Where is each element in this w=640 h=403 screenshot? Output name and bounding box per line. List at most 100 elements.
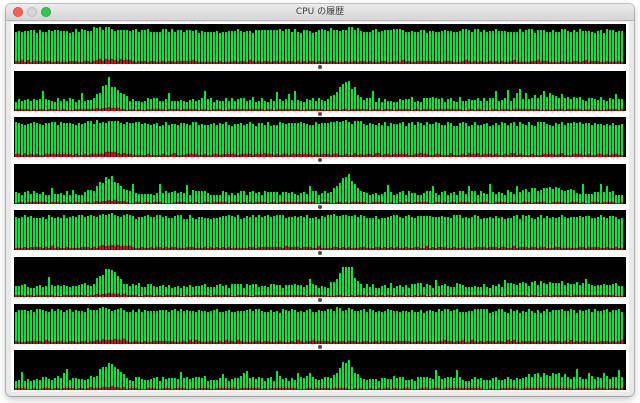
cpu-load-bar	[210, 287, 212, 297]
graph-splitter[interactable]	[11, 65, 629, 69]
splitter-handle-icon[interactable]	[318, 204, 322, 209]
cpu-load-bar	[27, 98, 29, 111]
graph-splitter[interactable]	[11, 158, 629, 163]
cpu-load-bar	[432, 124, 434, 158]
cpu-load-bar	[264, 311, 266, 344]
cpu-load-bar	[504, 123, 506, 158]
cpu-load-bar	[33, 30, 35, 64]
cpu-load-bar	[120, 279, 122, 297]
cpu-load-bar	[600, 285, 602, 297]
graph-splitter[interactable]	[11, 251, 629, 256]
cpu-load-bar	[204, 32, 206, 64]
cpu-load-bar	[339, 122, 341, 158]
cpu-load-bar	[309, 373, 311, 391]
cpu-load-bar	[405, 194, 407, 204]
cpu-load-bar	[261, 378, 263, 391]
cpu-load-bar	[396, 101, 398, 111]
cpu-load-bar	[18, 31, 20, 64]
cpu-load-bar	[477, 125, 479, 158]
cpu-load-bar	[393, 194, 395, 204]
cpu-load-bar	[489, 312, 491, 344]
cpu-load-bar	[111, 86, 113, 111]
cpu-load-bar	[603, 125, 605, 158]
cpu-load-bar	[576, 32, 578, 64]
cpu-load-bar	[354, 373, 356, 391]
cpu-load-bar	[216, 194, 218, 204]
cpu-load-bar	[198, 33, 200, 64]
cpu-load-bar	[591, 125, 593, 158]
cpu-load-bar	[336, 279, 338, 297]
cpu-load-bar	[423, 192, 425, 204]
cpu-load-bar	[621, 311, 623, 344]
cpu-load-bar	[555, 123, 557, 158]
cpu-load-bar	[582, 283, 584, 297]
cpu-load-bar	[63, 194, 65, 204]
cpu-load-bar	[78, 99, 80, 111]
cpu-load-bar	[45, 310, 47, 344]
splitter-handle-icon[interactable]	[318, 65, 322, 69]
cpu-load-bar	[558, 32, 560, 64]
cpu-load-bar	[225, 310, 227, 344]
cpu-load-bar	[306, 376, 308, 391]
cpu-load-bar	[459, 377, 461, 391]
splitter-handle-icon[interactable]	[318, 251, 322, 256]
cpu-load-bar	[39, 193, 41, 204]
cpu-load-bar	[120, 92, 122, 111]
cpu-load-bar	[348, 80, 350, 111]
splitter-handle-icon[interactable]	[318, 344, 322, 349]
cpu-load-bar	[576, 192, 578, 204]
cpu-load-bar	[312, 190, 314, 204]
cpu-load-bar	[441, 216, 443, 251]
splitter-handle-icon[interactable]	[318, 111, 322, 116]
cpu-load-bar	[528, 215, 530, 251]
graph-splitter[interactable]	[11, 204, 629, 209]
cpu-load-bar	[567, 283, 569, 297]
cpu-load-bar	[336, 216, 338, 251]
cpu-load-bar	[45, 286, 47, 297]
cpu-load-bar	[231, 192, 233, 204]
cpu-load-bar	[78, 194, 80, 204]
cpu-load-bar	[399, 311, 401, 344]
cpu-load-bar	[507, 189, 509, 204]
cpu-load-bar	[321, 379, 323, 391]
cpu-load-bar	[303, 191, 305, 204]
graph-splitter[interactable]	[11, 111, 629, 116]
cpu-load-bar	[36, 379, 38, 391]
cpu-load-bar	[165, 29, 167, 64]
cpu-load-bar	[558, 187, 560, 204]
cpu-load-bar	[147, 215, 149, 251]
graph-splitter[interactable]	[11, 344, 629, 349]
cpu-load-bar	[135, 377, 137, 391]
cpu-load-bar	[534, 94, 536, 111]
cpu-load-bar	[66, 123, 68, 158]
splitter-handle-icon[interactable]	[318, 298, 322, 302]
cpu-load-bar	[78, 215, 80, 251]
cpu-load-bar	[39, 30, 41, 64]
cpu-load-bar	[552, 30, 554, 64]
cpu-load-bar	[549, 92, 551, 111]
cpu-load-bar	[135, 219, 137, 251]
cpu-load-bar	[264, 286, 266, 297]
cpu-load-bar	[402, 122, 404, 158]
cpu-load-bar	[33, 288, 35, 297]
cpu-load-bar	[144, 100, 146, 111]
cpu-load-bar	[360, 215, 362, 251]
splitter-handle-icon[interactable]	[318, 158, 322, 163]
cpu-load-bar	[444, 125, 446, 158]
cpu-load-bar	[114, 309, 116, 344]
cpu-load-bar	[522, 124, 524, 158]
graph-splitter[interactable]	[11, 298, 629, 302]
cpu-load-bar	[501, 308, 503, 344]
cpu-load-bar	[360, 309, 362, 344]
cpu-load-bar	[99, 181, 101, 204]
cpu-load-bar	[387, 379, 389, 391]
cpu-load-bar	[474, 122, 476, 158]
cpu-load-bar	[327, 308, 329, 344]
cpu-load-bar	[489, 380, 491, 391]
cpu-load-bar	[579, 216, 581, 251]
cpu-load-bar	[318, 124, 320, 158]
title-bar[interactable]: CPU の履歴	[6, 4, 634, 21]
cpu-load-bar	[486, 32, 488, 64]
cpu-load-bar	[150, 193, 152, 204]
cpu-load-bar	[237, 310, 239, 344]
